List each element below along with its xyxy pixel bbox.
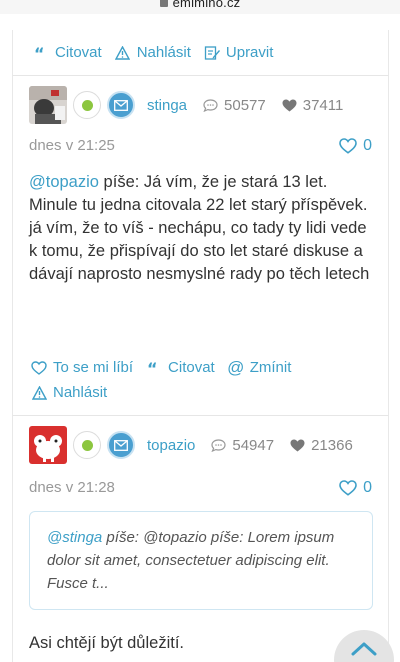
at-icon: @ (227, 357, 245, 377)
lock-icon (159, 0, 168, 7)
svg-text:“: “ (34, 47, 45, 59)
heart-outline-icon (339, 480, 357, 496)
svg-text:“: “ (147, 362, 158, 374)
edit-label: Upravit (225, 44, 274, 61)
quote-button[interactable]: “ Citovat (33, 44, 102, 61)
browser-url-bar[interactable]: emimino.cz (0, 0, 400, 14)
heart-outline-icon (339, 138, 357, 154)
post-stinga: stinga 50577 37411 dnes v 21:25 0 @topaz… (12, 76, 389, 416)
post-text-line-2: já vím, že to víš - nechápu, co tady ty … (29, 219, 370, 283)
online-status-icon (73, 431, 101, 459)
report-label: Nahlásit (136, 44, 191, 61)
edit-button[interactable]: Upravit (204, 44, 274, 61)
post-actions-row-2: Nahlásit (31, 384, 120, 401)
avatar[interactable] (29, 426, 67, 464)
quote-icon: “ (146, 360, 162, 376)
mail-icon[interactable] (107, 431, 135, 459)
heart-count: 21366 (290, 437, 353, 454)
heart-icon (282, 99, 297, 112)
avatar[interactable] (29, 86, 67, 124)
post-text: Asi chtějí být důležití. (29, 634, 184, 652)
post-date: dnes v 21:28 (29, 479, 115, 496)
post-previous: “ Citovat Nahlásit Upravit (12, 30, 389, 76)
report-button[interactable]: Nahlásit (31, 384, 107, 401)
heart-icon (290, 439, 305, 452)
post-topazio: topazio 54947 21366 dnes v 21:28 0 @stin… (12, 416, 389, 662)
mail-icon[interactable] (107, 91, 135, 119)
comment-bubble-icon (211, 438, 226, 452)
mention-label: Zmínit (249, 359, 292, 376)
like-label: To se mi líbí (53, 359, 134, 376)
quote-label: Citovat (55, 44, 102, 61)
post-actions: To se mi líbí “ Citovat @ Zmínit (31, 357, 304, 377)
warning-icon (31, 385, 47, 401)
chevron-up-icon (351, 642, 377, 662)
username[interactable]: stinga (147, 97, 187, 114)
url-text: emimino.cz (172, 0, 241, 10)
user-mention[interactable]: @topazio (29, 173, 99, 191)
post-userbar: topazio 54947 21366 (29, 426, 353, 464)
quoted-post: @stinga píše: @topazio píše: Lorem ipsum… (29, 511, 373, 610)
quote-button[interactable]: “ Citovat (146, 359, 215, 376)
like-count[interactable]: 0 (339, 479, 372, 497)
comment-bubble-icon (203, 98, 218, 112)
post-actions: “ Citovat Nahlásit Upravit (33, 44, 286, 61)
username[interactable]: topazio (147, 437, 195, 454)
warning-icon (115, 45, 131, 61)
edit-icon (204, 45, 220, 61)
user-mention[interactable]: @stinga (47, 529, 102, 546)
quote-label: Citovat (168, 359, 215, 376)
comment-count: 50577 (203, 97, 266, 114)
like-count[interactable]: 0 (339, 137, 372, 155)
report-label: Nahlásit (53, 384, 108, 401)
quote-icon: “ (33, 45, 49, 61)
like-button[interactable]: To se mi líbí (31, 359, 133, 376)
online-status-icon (73, 91, 101, 119)
post-date: dnes v 21:25 (29, 137, 115, 154)
comment-count: 54947 (211, 437, 274, 454)
heart-count: 37411 (282, 97, 343, 114)
heart-outline-icon (31, 360, 47, 376)
post-text: @topazio píše: Já vím, že je stará 13 le… (29, 173, 370, 283)
report-button[interactable]: Nahlásit (115, 44, 191, 61)
post-userbar: stinga 50577 37411 (29, 86, 343, 124)
mention-button[interactable]: @ Zmínit (227, 357, 292, 377)
